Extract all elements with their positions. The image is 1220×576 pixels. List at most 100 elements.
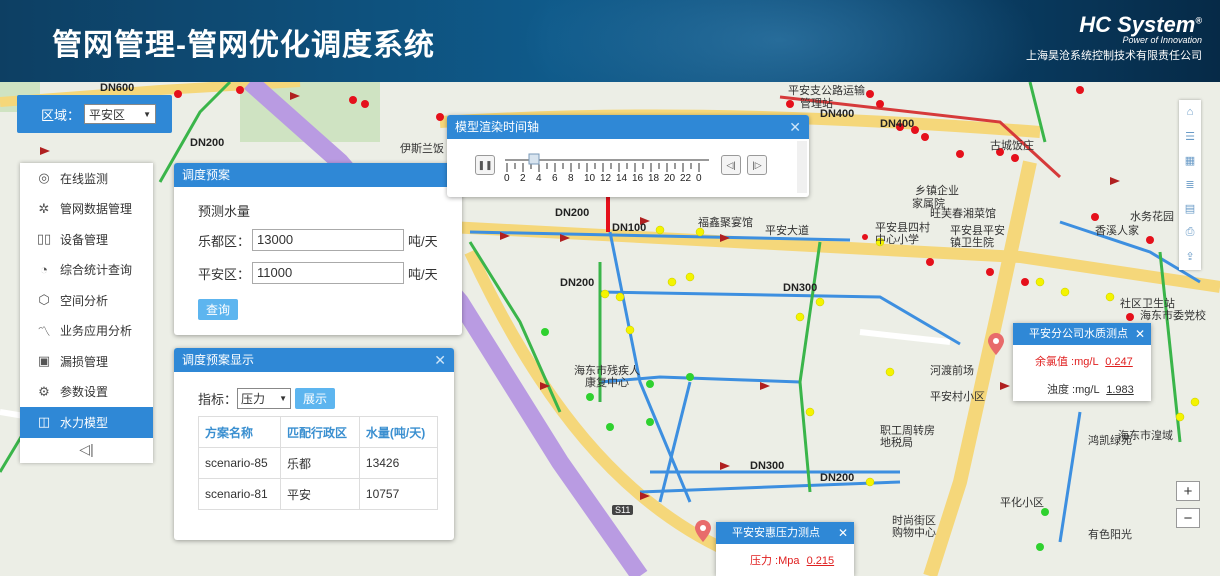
pressure-label: 压力 :Mpa [750, 555, 800, 567]
zoom-in-button[interactable]: + [1176, 481, 1200, 501]
print-icon[interactable]: ⎙ [1179, 220, 1201, 244]
table-cell: 平安 [280, 478, 360, 510]
table-icon[interactable]: ▦ [1179, 148, 1201, 172]
panel-title: 调度预案 [174, 163, 462, 187]
close-icon[interactable]: ✕ [434, 348, 446, 372]
monitor-icon: ▣ [37, 353, 51, 369]
step-forward-button[interactable]: |▷ [747, 155, 767, 175]
map-place-label: 康复中心 [585, 377, 629, 389]
map-pipe-label: DN200 [555, 207, 590, 219]
map-pipe-label: DN600 [100, 82, 135, 94]
forecast-row-label: 乐都区： [198, 233, 251, 249]
map-place-label: 中心小学 [875, 234, 919, 246]
nav-item-online-monitoring[interactable]: ◎ 在线监测 [20, 163, 153, 194]
map-place-label: 伊斯兰饭 [400, 143, 444, 155]
table-header-row: 方案名称 匹配行政区 水量(吨/天) [197, 416, 439, 448]
table-row[interactable]: scenario-85 乐都 13426 [197, 447, 439, 479]
pause-button[interactable]: ❚❚ [475, 155, 495, 175]
turbidity-value[interactable]: 1.983 [1106, 384, 1134, 396]
map-pin-icon[interactable] [988, 333, 1004, 355]
nav-item-statistics[interactable]: ◔ 综合统计查询 [20, 255, 153, 286]
nav-item-parameter-settings[interactable]: ⚙ 参数设置 [20, 377, 153, 408]
timeline-tick-label: 8 [568, 173, 574, 184]
nav-item-label: 漏损管理 [60, 354, 109, 369]
chevron-down-icon: ▼ [143, 109, 152, 119]
table-cell: scenario-81 [197, 478, 282, 510]
gear-icon: ⚙ [38, 383, 50, 399]
timeline-tick-label: 2 [520, 173, 526, 184]
panel-title: 调度预案显示 ✕ [174, 348, 454, 372]
step-forward-icon: |▷ [752, 159, 762, 170]
timeline-title: 模型渲染时间轴 [455, 120, 540, 134]
home-icon[interactable]: ⌂ [1179, 100, 1201, 124]
show-button[interactable]: 展示 [295, 388, 336, 409]
timeline-tick-label: 16 [632, 173, 644, 184]
map-pipe-label: DN200 [820, 472, 855, 484]
zoom-out-button[interactable]: − [1176, 508, 1200, 528]
brand-registered-mark: ® [1195, 15, 1202, 26]
nav-item-hydraulic-model[interactable]: ◫ 水力模型 [20, 407, 153, 438]
chevron-down-icon: ▼ [279, 394, 288, 403]
table-cell: scenario-85 [197, 447, 282, 479]
water-quality-popup: 平安分公司水质测点 ✕ 余氯值 :mg/L 0.247 浊度 :mg/L 1.9… [1013, 323, 1151, 401]
map-place-label: 平安大道 [765, 225, 809, 237]
nav-item-label: 参数设置 [60, 385, 109, 400]
plan-table: 方案名称 匹配行政区 水量(吨/天) scenario-85 乐都 13426 … [197, 416, 439, 510]
app-title: 管网管理-管网优化调度系统 [52, 29, 435, 62]
map-place-label: 管理站 [800, 98, 833, 110]
result-title: 调度预案显示 [182, 353, 255, 367]
nav-item-device-management[interactable]: ▯▯ 设备管理 [20, 224, 153, 255]
close-icon[interactable]: ✕ [1135, 323, 1145, 345]
map-place-label: 河渡前场 [930, 365, 974, 377]
chlorine-value[interactable]: 0.247 [1105, 356, 1133, 368]
forecast-row-unit: 吨/天 [408, 266, 438, 282]
indicator-dropdown[interactable]: 压力 ▼ [237, 388, 292, 409]
list-icon[interactable]: ☰ [1179, 124, 1201, 148]
scrollbar[interactable] [797, 141, 807, 193]
table-row[interactable]: scenario-81 平安 10757 [197, 478, 439, 510]
list-icon[interactable]: ▤ [1179, 196, 1201, 220]
turbidity-label: 浊度 :mg/L [1047, 384, 1100, 396]
nav-item-spatial-analysis[interactable]: ⬡ 空间分析 [20, 285, 153, 316]
step-back-button[interactable]: ◁| [721, 155, 741, 175]
timeline-tick-label: 10 [584, 173, 596, 184]
close-icon[interactable]: ✕ [838, 522, 848, 544]
nav-item-business-analysis[interactable]: 〽业务应用分析 [20, 316, 153, 347]
region-selected-value: 平安区 [89, 107, 126, 122]
chlorine-label: 余氯值 :mg/L [1035, 356, 1099, 368]
pie-chart-icon: ◔ [40, 262, 48, 278]
forecast-row: 乐都区： 13000 吨/天 [198, 229, 438, 251]
forecast-row-unit: 吨/天 [408, 233, 438, 249]
side-nav: ◎ 在线监测 ✲ 管网数据管理 ▯▯ 设备管理 ◔ 综合统计查询 ⬡ 空间分析 〽业务应用… [20, 163, 153, 463]
ledu-volume-input[interactable]: 13000 [252, 229, 405, 251]
dispatch-plan-panel: 调度预案 预测水量 乐都区： 13000 吨/天 平安区： 11000 吨/天 … [174, 163, 462, 335]
region-dropdown[interactable]: 平安区 ▼ [84, 104, 157, 124]
layers-icon[interactable]: ≣ [1179, 172, 1201, 196]
map-pipe-label: DN100 [612, 222, 647, 234]
export-icon[interactable]: ⇪ [1179, 244, 1201, 268]
collapse-left-icon[interactable]: ◁| [20, 438, 153, 462]
map-place-label: S11 [612, 505, 634, 515]
query-button[interactable]: 查询 [198, 299, 239, 320]
indicator-value: 压力 [241, 392, 266, 406]
timeline-tick-label: 18 [648, 173, 660, 184]
timeline-handle[interactable] [528, 153, 540, 165]
pingan-volume-input[interactable]: 11000 [252, 262, 405, 284]
nav-item-label: 空间分析 [60, 293, 109, 308]
map-pipe-label: DN400 [880, 118, 915, 130]
brand-name: HC System [1079, 12, 1196, 37]
cube-icon: ⬡ [38, 292, 50, 308]
timeline-slider[interactable] [503, 153, 711, 173]
map-place-label: 海东市委党校 [1140, 310, 1206, 322]
plan-result-panel: 调度预案显示 ✕ 指标： 压力 ▼ 展示 方案名称 匹配行政区 水量(吨/天) … [174, 348, 454, 540]
nav-item-leak-management[interactable]: ▣ 漏损管理 [20, 346, 153, 377]
forecast-row: 平安区： 11000 吨/天 [198, 262, 438, 284]
map-pin-icon[interactable] [695, 520, 711, 542]
map-place-label: 鸿凯绿苑 [1088, 435, 1132, 447]
nav-item-network-data[interactable]: ✲ 管网数据管理 [20, 194, 153, 225]
close-icon[interactable]: ✕ [789, 115, 801, 139]
timeline-tick-label: 20 [664, 173, 676, 184]
map-place-label: 香溪人家 [1095, 225, 1139, 237]
pressure-value[interactable]: 0.215 [807, 555, 835, 567]
line-chart-icon: 〽 [37, 324, 51, 340]
